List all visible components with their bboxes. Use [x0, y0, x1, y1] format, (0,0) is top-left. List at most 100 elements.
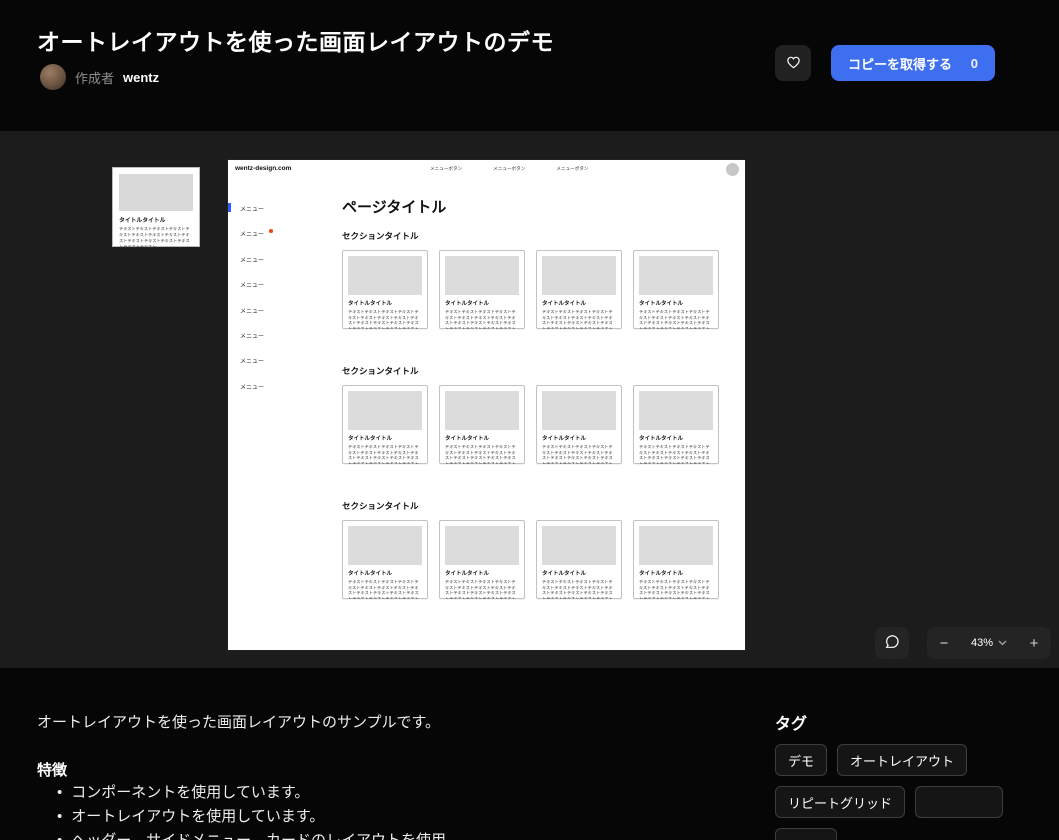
- card-title: タイトルタイトル: [348, 299, 422, 307]
- author-row: 作成者 wentz: [40, 64, 159, 90]
- card-image-placeholder: [348, 256, 422, 295]
- get-copy-label: コピーを取得する: [848, 54, 952, 73]
- tag-chip[interactable]: オートレイアウト: [837, 744, 967, 776]
- card-title: タイトルタイトル: [542, 569, 616, 577]
- get-copy-button[interactable]: コピーを取得する 0: [831, 45, 995, 81]
- zoom-in-button[interactable]: +: [1021, 630, 1047, 656]
- card-body: テキストテキストテキストテキストテキストテキストテキストテキストテキストテキスト…: [542, 444, 616, 464]
- frame-avatar-circle: [726, 163, 739, 176]
- features-list: コンポーネントを使用しています。 オートレイアウトを使用しています。 ヘッダー、…: [57, 781, 446, 840]
- zoom-out-button[interactable]: −: [931, 630, 957, 656]
- card-title: タイトルタイトル: [348, 569, 422, 577]
- tag-chip-partial[interactable]: [915, 786, 1003, 818]
- nav-menu-button: メニューボタン: [430, 166, 462, 172]
- tag-chip[interactable]: リピートグリッド: [775, 786, 905, 818]
- sidebar-item-label: メニュー: [240, 258, 264, 264]
- card-image-placeholder: [639, 256, 713, 295]
- sidebar-menu-item: メニュー: [240, 331, 264, 340]
- card-body: テキストテキストテキストテキストテキストテキストテキストテキストテキストテキスト…: [445, 309, 519, 329]
- card-body: テキストテキストテキストテキストテキストテキストテキストテキストテキストテキスト…: [542, 309, 616, 329]
- preview-card: タイトルタイトルテキストテキストテキストテキストテキストテキストテキストテキスト…: [633, 520, 719, 599]
- feature-item: ヘッダー、サイドメニュー、カードのレイアウトを使用: [57, 829, 446, 840]
- file-description-section: オートレイアウトを使った画面レイアウトのサンプルです。 特徴 コンポーネントを使…: [0, 668, 1059, 840]
- tag-chip[interactable]: デモ: [775, 744, 827, 776]
- card-body: テキストテキストテキストテキストテキストテキストテキストテキストテキストテキスト…: [639, 579, 713, 599]
- heart-icon: [785, 54, 802, 73]
- zoom-level-value: 43%: [971, 637, 993, 649]
- card-body: テキストテキストテキストテキストテキストテキストテキストテキストテキストテキスト…: [119, 226, 193, 250]
- card-image-placeholder: [445, 256, 519, 295]
- site-logo: wentz-design.com: [235, 165, 291, 172]
- sidebar-item-label: メニュー: [240, 359, 264, 365]
- sidebar-menu-item: メニュー: [240, 356, 264, 365]
- sidebar-menu-item: メニュー: [240, 204, 264, 213]
- card-image-placeholder: [542, 391, 616, 430]
- tags-heading: タグ: [775, 710, 807, 734]
- comment-button[interactable]: [875, 627, 909, 659]
- card-image-placeholder: [639, 526, 713, 565]
- nav-menu-button: メニューボタン: [493, 166, 525, 172]
- frame-sidebar: メニュー メニュー メニュー メニュー メニュー メニュー メニュー メニュー: [240, 204, 264, 391]
- file-description: オートレイアウトを使った画面レイアウトのサンプルです。: [37, 711, 440, 732]
- comment-bubble-icon: [884, 634, 900, 653]
- preview-card: タイトルタイトルテキストテキストテキストテキストテキストテキストテキストテキスト…: [536, 520, 622, 599]
- card-body: テキストテキストテキストテキストテキストテキストテキストテキストテキストテキスト…: [348, 579, 422, 599]
- file-header: オートレイアウトを使った画面レイアウトのデモ 作成者 wentz コピーを取得す…: [0, 0, 1059, 131]
- floating-card-component[interactable]: タイトルタイトル テキストテキストテキストテキストテキストテキストテキストテキス…: [112, 167, 200, 247]
- card-title: タイトルタイトル: [348, 434, 422, 442]
- like-button[interactable]: [775, 45, 811, 81]
- card-title: タイトルタイトル: [119, 215, 193, 224]
- notification-dot-icon: [269, 229, 273, 233]
- preview-card: タイトルタイトルテキストテキストテキストテキストテキストテキストテキストテキスト…: [439, 250, 525, 329]
- card-title: タイトルタイトル: [639, 434, 713, 442]
- zoom-level-dropdown[interactable]: 43%: [971, 637, 1007, 649]
- frame-nav: メニューボタン メニューボタン メニューボタン: [430, 166, 589, 172]
- preview-card: タイトルタイトルテキストテキストテキストテキストテキストテキストテキストテキスト…: [536, 250, 622, 329]
- tag-chip-partial[interactable]: [775, 828, 837, 840]
- cards-row: タイトルタイトルテキストテキストテキストテキストテキストテキストテキストテキスト…: [342, 385, 719, 464]
- preview-card: タイトルタイトルテキストテキストテキストテキストテキストテキストテキストテキスト…: [342, 520, 428, 599]
- feature-item: コンポーネントを使用しています。: [57, 781, 446, 805]
- card-image-placeholder: [445, 391, 519, 430]
- card-body: テキストテキストテキストテキストテキストテキストテキストテキストテキストテキスト…: [348, 444, 422, 464]
- card-body: テキストテキストテキストテキストテキストテキストテキストテキストテキストテキスト…: [639, 309, 713, 329]
- card-image-placeholder: [445, 526, 519, 565]
- preview-canvas[interactable]: タイトルタイトル テキストテキストテキストテキストテキストテキストテキストテキス…: [0, 131, 1059, 668]
- tags-list: デモ オートレイアウト リピートグリッド: [775, 744, 1027, 840]
- preview-card: タイトルタイトルテキストテキストテキストテキストテキストテキストテキストテキスト…: [439, 385, 525, 464]
- author-avatar[interactable]: [40, 64, 66, 90]
- sidebar-menu-item: メニュー: [240, 306, 264, 315]
- preview-card: タイトルタイトルテキストテキストテキストテキストテキストテキストテキストテキスト…: [633, 385, 719, 464]
- figma-community-file-page: オートレイアウトを使った画面レイアウトのデモ 作成者 wentz コピーを取得す…: [0, 0, 1059, 840]
- card-image-placeholder: [542, 526, 616, 565]
- preview-card: タイトルタイトルテキストテキストテキストテキストテキストテキストテキストテキスト…: [342, 250, 428, 329]
- sidebar-menu-item: メニュー: [240, 382, 264, 391]
- sidebar-item-label: メニュー: [240, 232, 264, 238]
- sidebar-item-label: メニュー: [240, 283, 264, 289]
- card-title: タイトルタイトル: [542, 434, 616, 442]
- sidebar-item-label: メニュー: [240, 309, 264, 315]
- card-title: タイトルタイトル: [542, 299, 616, 307]
- sidebar-menu-item: メニュー: [240, 280, 264, 289]
- cards-row: タイトルタイトルテキストテキストテキストテキストテキストテキストテキストテキスト…: [342, 250, 719, 329]
- zoom-controls: − 43% +: [927, 627, 1051, 659]
- header-actions: コピーを取得する 0: [775, 45, 995, 81]
- card-body: テキストテキストテキストテキストテキストテキストテキストテキストテキストテキスト…: [348, 309, 422, 329]
- preview-card: タイトルタイトルテキストテキストテキストテキストテキストテキストテキストテキスト…: [633, 250, 719, 329]
- card-image-placeholder: [348, 526, 422, 565]
- section-title: セクションタイトル: [342, 230, 419, 242]
- card-image-placeholder: [119, 174, 193, 211]
- card-body: テキストテキストテキストテキストテキストテキストテキストテキストテキストテキスト…: [639, 444, 713, 464]
- frame-page-title: ページタイトル: [342, 196, 446, 217]
- sidebar-item-label: メニュー: [240, 207, 264, 213]
- author-name[interactable]: wentz: [123, 70, 159, 85]
- sidebar-item-label: メニュー: [240, 385, 264, 391]
- design-frame[interactable]: wentz-design.com メニューボタン メニューボタン メニューボタン…: [228, 160, 745, 650]
- card-title: タイトルタイトル: [445, 434, 519, 442]
- card-image-placeholder: [542, 256, 616, 295]
- card-image-placeholder: [639, 391, 713, 430]
- sidebar-menu-item: メニュー: [240, 229, 264, 238]
- file-title: オートレイアウトを使った画面レイアウトのデモ: [37, 23, 554, 57]
- copy-count: 0: [971, 56, 978, 71]
- preview-card: タイトルタイトルテキストテキストテキストテキストテキストテキストテキストテキスト…: [342, 385, 428, 464]
